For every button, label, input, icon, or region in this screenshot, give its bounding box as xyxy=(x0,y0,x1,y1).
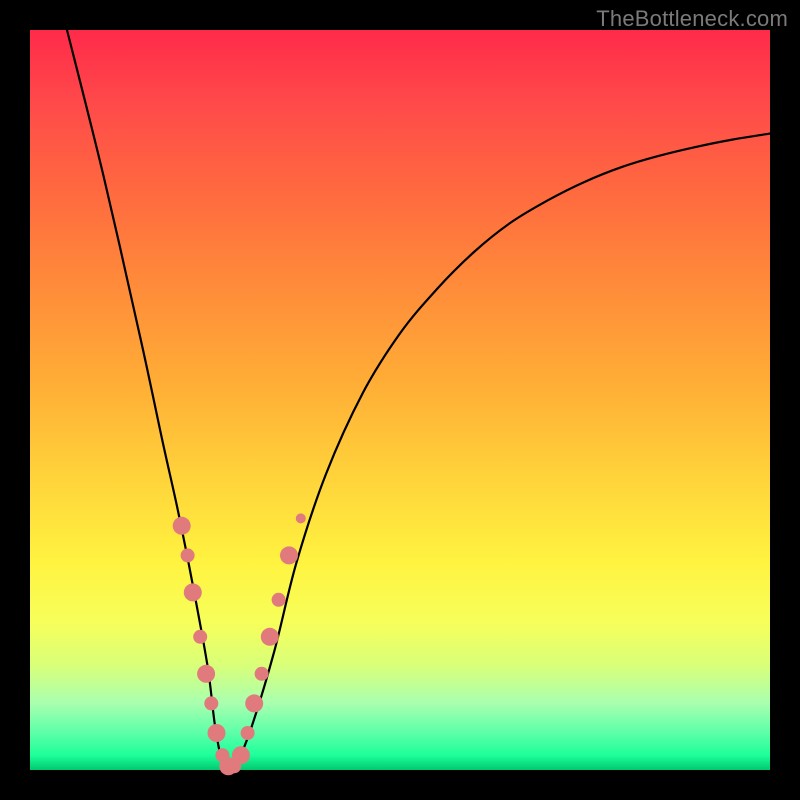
marker-layer xyxy=(173,513,306,775)
data-marker xyxy=(181,548,195,562)
data-marker xyxy=(255,667,269,681)
data-marker xyxy=(184,583,202,601)
data-marker xyxy=(193,630,207,644)
data-marker xyxy=(245,694,263,712)
data-marker xyxy=(261,628,279,646)
bottleneck-plot xyxy=(30,30,770,770)
watermark-text: TheBottleneck.com xyxy=(596,6,788,32)
data-marker xyxy=(232,746,250,764)
chart-area xyxy=(30,30,770,770)
data-marker xyxy=(197,665,215,683)
data-marker xyxy=(272,593,286,607)
data-marker xyxy=(208,724,226,742)
bottleneck-curve xyxy=(67,30,770,770)
data-marker xyxy=(173,517,191,535)
data-marker xyxy=(241,726,255,740)
data-marker xyxy=(204,696,218,710)
data-marker xyxy=(280,546,298,564)
data-marker xyxy=(296,513,306,523)
